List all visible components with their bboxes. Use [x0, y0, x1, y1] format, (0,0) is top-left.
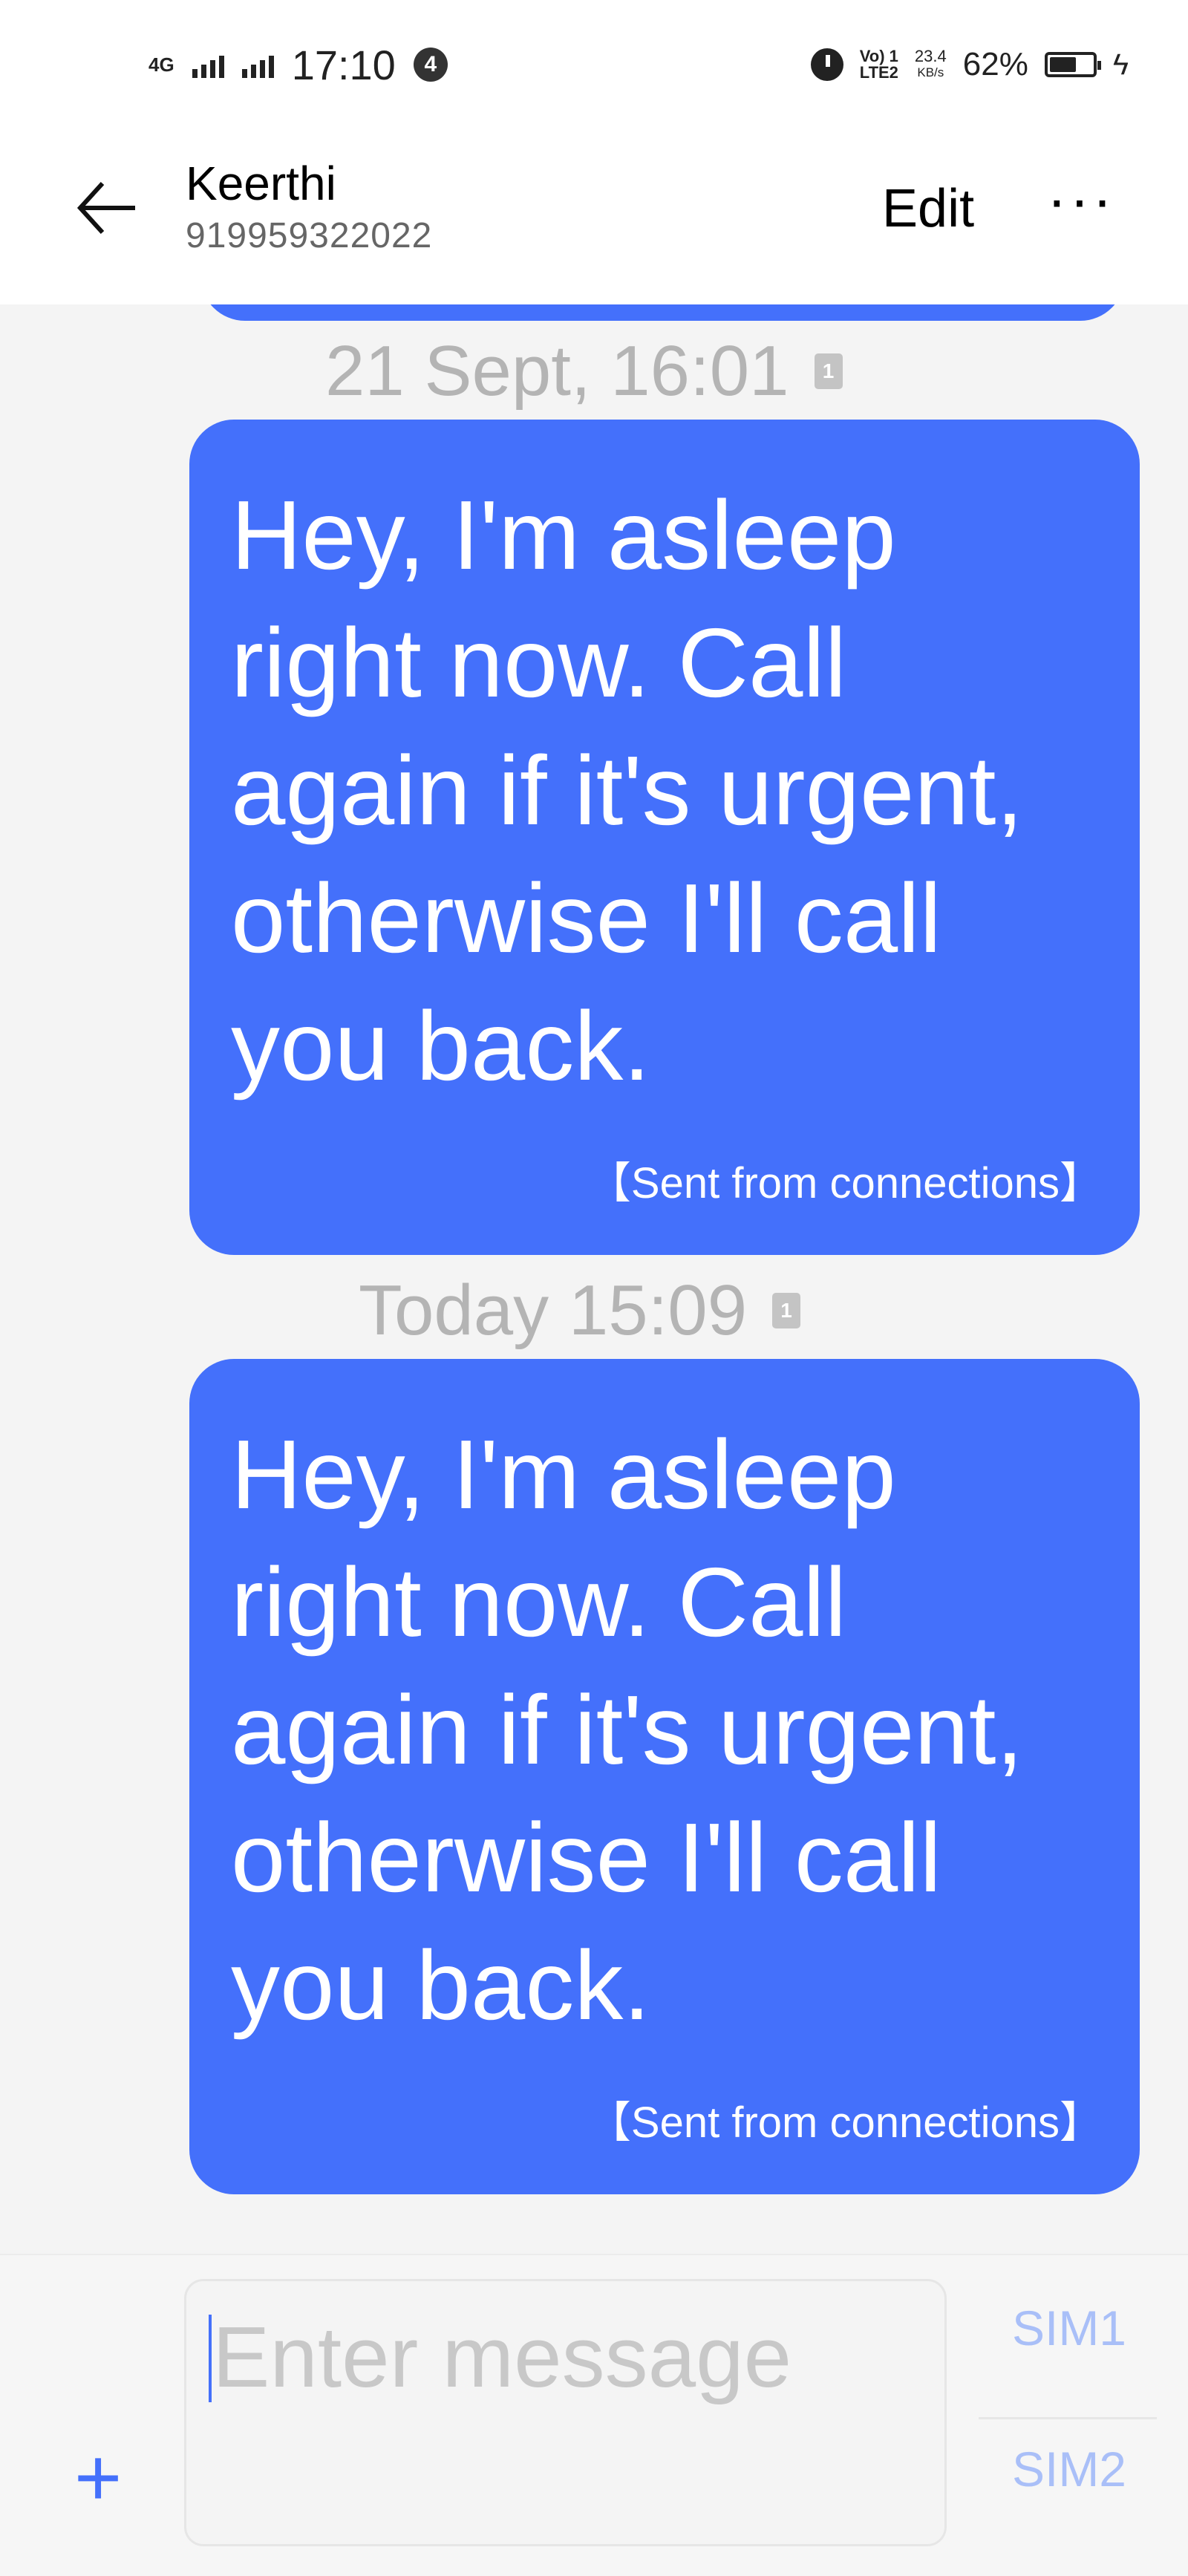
status-bar-left: 4G 17:10 4	[148, 39, 448, 91]
contact-number[interactable]: 919959322022	[186, 215, 432, 256]
network-speed: 23.4 KB/s	[915, 48, 947, 81]
signal-bars-icon	[241, 51, 274, 78]
message-text: Hey, I'm asleep right now. Call again if…	[231, 1420, 1024, 2040]
timestamp-text: Today 15:09	[359, 1271, 748, 1350]
send-sim2-button[interactable]: SIM2	[980, 2441, 1158, 2497]
message-signature: 【Sent from connections】	[587, 2099, 1103, 2147]
message-bubble[interactable]: Hey, I'm asleep right now. Call again if…	[189, 1359, 1140, 2194]
message-timestamp: Today 15:09 1	[359, 1270, 801, 1351]
alarm-icon	[810, 48, 843, 81]
notification-count-badge: 4	[413, 48, 448, 82]
message-input-placeholder: Enter message	[212, 2309, 792, 2405]
message-signature: 【Sent from connections】	[587, 1159, 1103, 1207]
message-list[interactable]: 21 Sept, 16:01 1 Hey, I'm asleep right n…	[0, 304, 1188, 2254]
plus-icon[interactable]: +	[74, 2437, 134, 2519]
clock: 17:10	[291, 41, 396, 88]
battery-percent: 62%	[962, 46, 1028, 82]
message-input[interactable]: Enter message	[184, 2279, 947, 2546]
previous-message-bubble[interactable]	[200, 304, 1125, 321]
timestamp-text: 21 Sept, 16:01	[325, 331, 789, 411]
text-caret	[209, 2315, 212, 2402]
status-bar: 4G 17:10 4 Vo) 1 LTE2 23.4 KB/s 62% ϟ	[0, 0, 1188, 130]
speed-value: 23.4	[914, 47, 947, 65]
message-bubble[interactable]: Hey, I'm asleep right now. Call again if…	[189, 420, 1140, 1255]
volte-bottom-text: LTE2	[859, 63, 898, 82]
charging-bolt-icon: ϟ	[1112, 48, 1129, 81]
contact-name[interactable]: Keerthi	[186, 156, 336, 211]
edit-button[interactable]: Edit	[882, 178, 974, 239]
back-arrow-icon[interactable]	[74, 175, 141, 241]
message-text: Hey, I'm asleep right now. Call again if…	[231, 480, 1024, 1100]
status-bar-right: Vo) 1 LTE2 23.4 KB/s 62% ϟ	[810, 39, 1129, 91]
volte-indicator: Vo) 1 LTE2	[860, 48, 898, 81]
network-type: 4G	[148, 53, 174, 76]
sim-card-icon: 1	[772, 1293, 801, 1328]
battery-fill	[1049, 57, 1076, 72]
composer: + Enter message SIM1 SIM2	[0, 2254, 1188, 2576]
conversation-header: Keerthi 919959322022 Edit ···	[0, 130, 1188, 304]
message-timestamp: 21 Sept, 16:01 1	[325, 330, 843, 412]
more-icon[interactable]: ···	[1047, 166, 1115, 234]
sim-divider	[979, 2417, 1157, 2419]
send-sim1-button[interactable]: SIM1	[980, 2300, 1158, 2356]
sim-card-icon: 1	[814, 353, 843, 389]
signal-bars-icon	[192, 51, 224, 78]
battery-icon	[1044, 52, 1101, 77]
speed-unit: KB/s	[917, 65, 944, 79]
volte-top-text: Vo) 1	[859, 47, 898, 65]
